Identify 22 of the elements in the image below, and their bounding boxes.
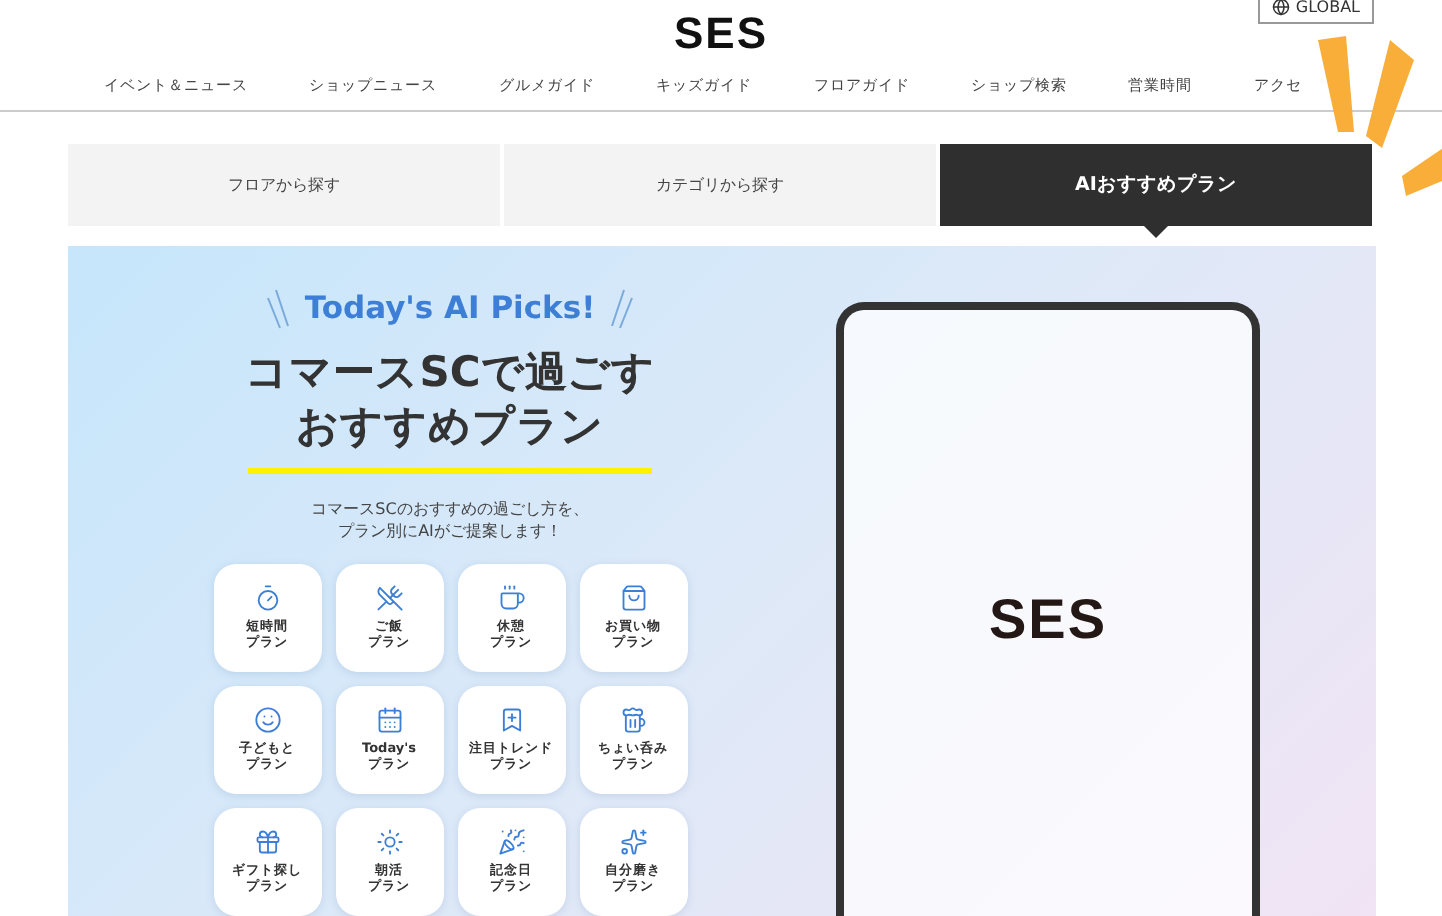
calendar-icon (375, 705, 403, 734)
accent-lines-icon (264, 286, 293, 330)
gift-icon (253, 827, 281, 856)
promo-title: コマースSCで過ごす (245, 346, 655, 400)
tab[interactable]: フロアから探す (68, 144, 500, 226)
sparkle-icon (619, 827, 647, 856)
party-icon (497, 827, 525, 856)
bag-icon (619, 583, 647, 612)
promo-description: コマースSCのおすすめの過ごし方を、 (311, 497, 589, 521)
site-logo[interactable]: SES (673, 8, 769, 60)
promo-description: プラン別にAIがご提案します！ (338, 520, 562, 544)
smile-icon (253, 705, 281, 734)
beer-icon (619, 705, 647, 734)
tab[interactable]: カテゴリから探す (504, 144, 936, 226)
cup-icon (497, 583, 525, 612)
globe-icon (1271, 0, 1290, 15)
accent-lines-icon (607, 286, 636, 330)
phone-logo: SES (988, 588, 1108, 652)
sun-icon (375, 827, 403, 856)
eyebrow-text: Today's AI Picks! (304, 290, 596, 326)
promo-title: おすすめプラン (295, 400, 604, 455)
timer-icon (253, 583, 281, 612)
